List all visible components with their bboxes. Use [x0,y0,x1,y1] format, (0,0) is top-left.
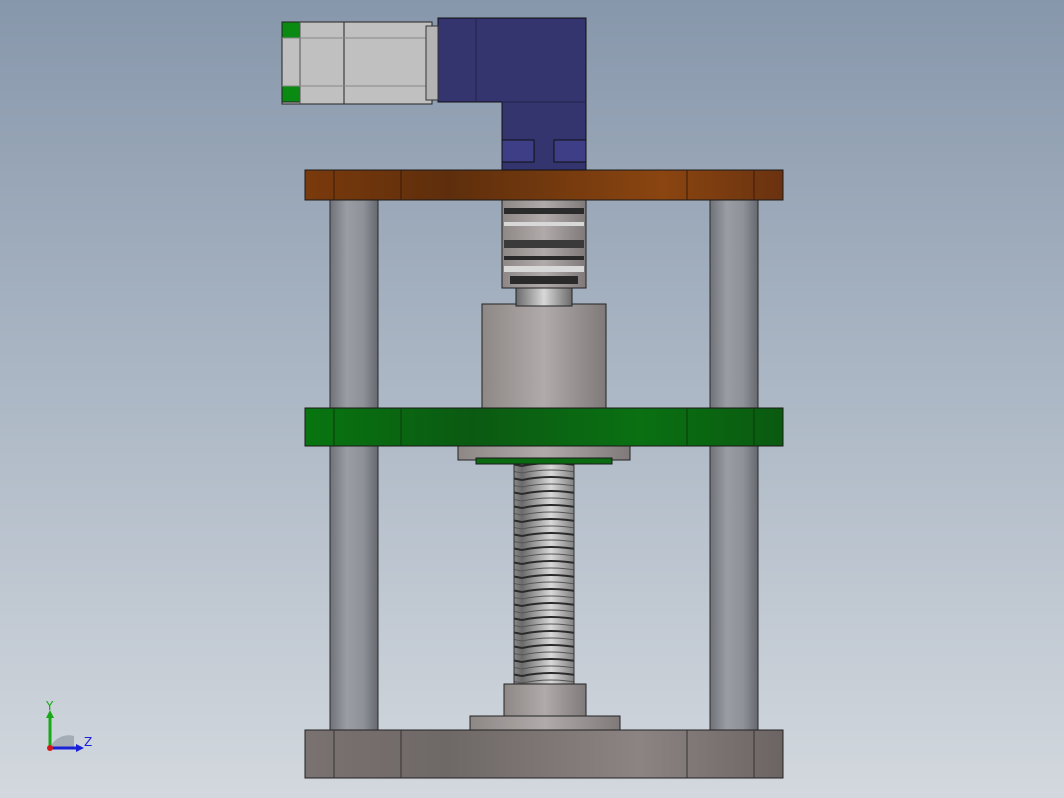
lower-bearing-seat[interactable] [469,683,621,731]
guide-column-right[interactable] [709,197,759,733]
guide-column-left[interactable] [329,197,379,733]
base-plate[interactable] [304,729,784,779]
ball-screw[interactable] [513,457,575,689]
z-axis-label: Z [84,735,92,749]
bearing-housing[interactable] [481,283,607,411]
top-plate[interactable] [304,169,784,201]
y-axis-label: Y [45,700,54,713]
moving-plate[interactable] [304,407,784,447]
coupling[interactable] [501,199,587,289]
x-axis-origin [47,745,53,751]
coordinate-triad: Y Z [40,699,100,760]
cad-viewport[interactable]: Y Z [0,0,1064,798]
servo-motor[interactable] [281,21,439,105]
screw-nut-flange[interactable] [457,445,631,465]
model-canvas[interactable] [0,0,1064,798]
right-angle-gearbox[interactable] [437,17,587,171]
